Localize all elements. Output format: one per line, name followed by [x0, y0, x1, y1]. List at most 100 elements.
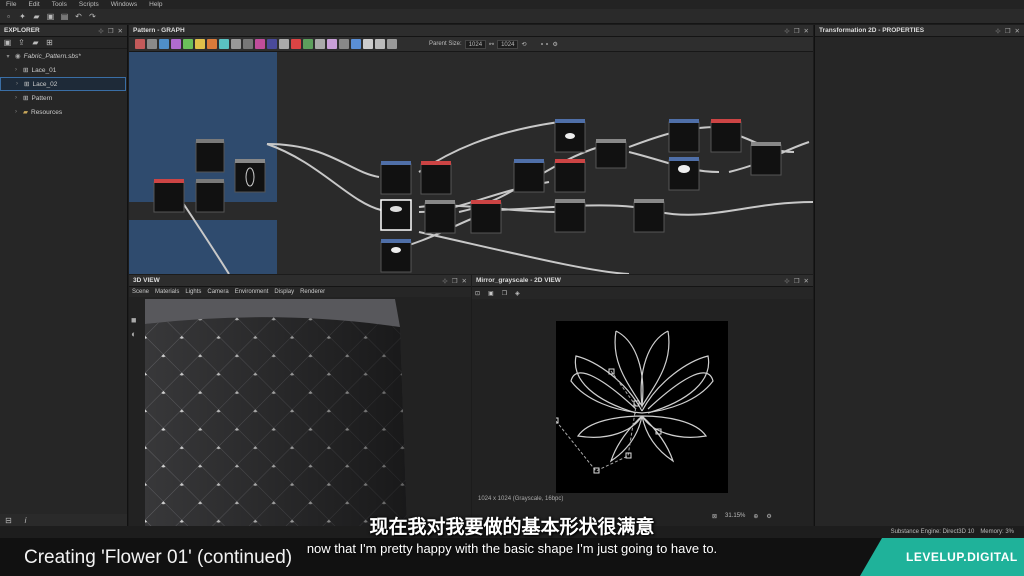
graph-item-icon: ⊞: [23, 67, 29, 74]
menu-camera[interactable]: Camera: [207, 289, 228, 295]
new-file-icon[interactable]: ▫: [4, 12, 13, 21]
reset-icon[interactable]: ⟲: [521, 41, 526, 48]
close-icon[interactable]: ✕: [118, 27, 123, 35]
node-icon[interactable]: [327, 39, 337, 49]
3d-view-header: 3D VIEW ⊹ ❐ ✕: [129, 275, 471, 287]
fit-icon[interactable]: ⊡: [475, 290, 480, 297]
2d-view-toolbar: ⊡ ▣ ❐ ◈: [472, 287, 813, 299]
expand-right-icon[interactable]: ›: [13, 81, 21, 87]
menu-edit[interactable]: Edit: [22, 0, 45, 9]
properties-panel: Transformation 2D - PROPERTIES ⊹ ❐ ✕: [814, 25, 1024, 526]
save-icon[interactable]: ▣: [46, 12, 55, 21]
node-icon[interactable]: [135, 39, 145, 49]
node-icon[interactable]: [183, 39, 193, 49]
pin-icon[interactable]: ⊹: [442, 277, 447, 285]
node-icon[interactable]: [243, 39, 253, 49]
tree-item-lace-02[interactable]: › ⊞ Lace_02: [0, 77, 126, 91]
channels-icon[interactable]: ◈: [515, 290, 520, 297]
node-icon[interactable]: [279, 39, 289, 49]
menu-scripts[interactable]: Scripts: [73, 0, 105, 9]
redo-icon[interactable]: ↷: [88, 12, 97, 21]
menu-help[interactable]: Help: [143, 0, 168, 9]
3d-viewport[interactable]: [145, 299, 411, 526]
node-icon[interactable]: [255, 39, 265, 49]
properties-title: Transformation 2D - PROPERTIES: [819, 27, 925, 34]
parent-size-label: Parent Size:: [429, 41, 462, 47]
menu-lights[interactable]: Lights: [185, 289, 201, 295]
node-icon[interactable]: [387, 39, 397, 49]
close-icon[interactable]: ✕: [804, 277, 809, 285]
menu-environment[interactable]: Environment: [235, 289, 269, 295]
expand-right-icon[interactable]: ›: [12, 95, 20, 101]
main-toolbar: ▫ ✦ ▰ ▣ ▤ ↶ ↷: [0, 9, 1024, 24]
explorer-panel: EXPLORER ⊹ ❐ ✕ ▣ ⇪ ▰ ⊞ ▾ ◉ Fabric_Pattern.…: [0, 25, 128, 526]
node-icon[interactable]: [303, 39, 313, 49]
node-icon[interactable]: [171, 39, 181, 49]
close-icon[interactable]: ✕: [804, 27, 809, 35]
save-all-icon[interactable]: ▤: [60, 12, 69, 21]
node-icon[interactable]: [339, 39, 349, 49]
2d-image-preview[interactable]: [556, 321, 728, 493]
undo-icon[interactable]: ↶: [74, 12, 83, 21]
tree-item-resources[interactable]: › ▰ Resources: [0, 105, 127, 119]
expand-right-icon[interactable]: ›: [12, 109, 20, 115]
pin-icon[interactable]: ⊹: [98, 27, 103, 35]
size-select[interactable]: 1024: [497, 39, 519, 49]
folder-icon[interactable]: ▰: [31, 38, 40, 47]
menu-file[interactable]: File: [0, 0, 22, 9]
tree-item-lace-01[interactable]: › ⊞ Lace_01: [0, 63, 127, 77]
package-row[interactable]: ▾ ◉ Fabric_Pattern.sbs*: [0, 49, 127, 63]
graph-svg: [129, 52, 813, 274]
float-icon[interactable]: ❐: [794, 27, 800, 35]
explorer-toolbar: ▣ ⇪ ▰ ⊞: [0, 37, 127, 49]
node-icon[interactable]: [231, 39, 241, 49]
node-icon[interactable]: [375, 39, 385, 49]
menu-renderer[interactable]: Renderer: [300, 289, 325, 295]
node-icon[interactable]: [207, 39, 217, 49]
light-icon[interactable]: ◐: [131, 329, 136, 339]
camera-icon[interactable]: ■: [131, 315, 136, 325]
menu-materials[interactable]: Materials: [155, 289, 179, 295]
node-icon[interactable]: [315, 39, 325, 49]
float-icon[interactable]: ❐: [452, 277, 458, 285]
close-icon[interactable]: ✕: [1015, 27, 1020, 35]
expand-down-icon[interactable]: ▾: [4, 53, 12, 60]
view-options-icon[interactable]: ⚬⚬: [539, 41, 549, 48]
tree-item-label: Lace_01: [31, 66, 57, 74]
save-image-icon[interactable]: ▣: [488, 290, 494, 297]
node-icon[interactable]: [291, 39, 301, 49]
2d-view-header: Mirror_grayscale - 2D VIEW ⊹ ❐ ✕: [472, 275, 813, 287]
expand-right-icon[interactable]: ›: [12, 67, 20, 73]
publish-icon[interactable]: ⇪: [17, 38, 26, 47]
new-graph-icon[interactable]: ✦: [18, 12, 27, 21]
3d-view-menu: Scene Materials Lights Camera Environmen…: [129, 287, 471, 297]
menu-windows[interactable]: Windows: [105, 0, 143, 9]
menu-tools[interactable]: Tools: [46, 0, 73, 9]
float-icon[interactable]: ❐: [794, 277, 800, 285]
float-icon[interactable]: ❐: [1005, 27, 1011, 35]
graph-canvas[interactable]: [129, 52, 813, 274]
menu-display[interactable]: Display: [274, 289, 294, 295]
float-icon[interactable]: ❐: [108, 27, 114, 35]
copy-icon[interactable]: ❐: [502, 290, 507, 297]
close-icon[interactable]: ✕: [462, 277, 467, 285]
menu-scene[interactable]: Scene: [132, 289, 149, 295]
open-folder-icon[interactable]: ▰: [32, 12, 41, 21]
node-icon[interactable]: [147, 39, 157, 49]
pin-icon[interactable]: ⊹: [784, 27, 789, 35]
node-icon[interactable]: [159, 39, 169, 49]
node-icon[interactable]: [195, 39, 205, 49]
node-icon[interactable]: [267, 39, 277, 49]
graph-icon[interactable]: ⊞: [45, 38, 54, 47]
pin-icon[interactable]: ⊹: [995, 27, 1000, 35]
graph-item-icon: ⊞: [24, 81, 30, 88]
settings-icon[interactable]: ⚙: [553, 41, 558, 48]
link-icon[interactable]: ⚯: [489, 41, 494, 48]
node-icon[interactable]: [219, 39, 229, 49]
tree-item-pattern[interactable]: › ⊞ Pattern: [0, 91, 127, 105]
node-icon[interactable]: [351, 39, 361, 49]
pin-icon[interactable]: ⊹: [784, 277, 789, 285]
node-icon[interactable]: [363, 39, 373, 49]
save-package-icon[interactable]: ▣: [3, 38, 12, 47]
parent-size-select[interactable]: 1024: [464, 39, 487, 49]
